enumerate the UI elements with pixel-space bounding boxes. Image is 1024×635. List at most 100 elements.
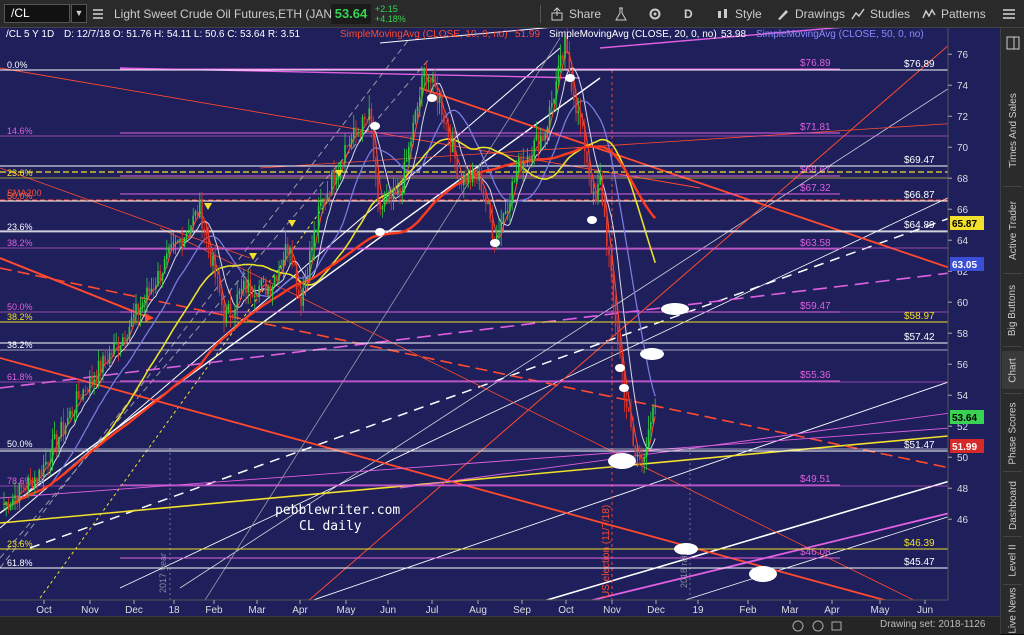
candle-body xyxy=(405,159,408,162)
candle-body xyxy=(522,160,524,171)
price-chart[interactable]: 0.0% 14.6% 23.6% 50.0% 23.6% 38.2% 50.0% 38.2% 3… xyxy=(0,28,1000,618)
candle-body xyxy=(482,190,485,197)
tab-live-news[interactable]: Live News xyxy=(1002,587,1024,633)
last-price: 53.64 xyxy=(331,4,371,24)
price-axis[interactable]: 7876747270686664626058565452504846 xyxy=(947,28,1000,600)
target-marker xyxy=(608,453,636,469)
candle-body xyxy=(375,158,377,174)
tab-level-ii[interactable]: Level II xyxy=(1002,540,1024,580)
candle-body xyxy=(207,235,210,249)
pencil-icon xyxy=(778,10,788,20)
rail-label: 2018 rail xyxy=(679,553,689,588)
more-menu-icon[interactable] xyxy=(1002,0,1016,28)
time-tick-label: Mar xyxy=(248,605,266,616)
tab-label: Dashboard xyxy=(1007,480,1019,530)
tab-active-trader[interactable]: Active Trader xyxy=(1002,190,1024,270)
candle-body xyxy=(194,211,197,216)
drawings-button[interactable]: Drawings xyxy=(776,0,845,28)
fib-left-label: 14.6% xyxy=(7,126,33,136)
candle-body xyxy=(412,122,414,142)
candle-body xyxy=(634,445,637,457)
candle-body xyxy=(192,215,194,226)
price-tag-label: 65.87 xyxy=(952,219,977,230)
level-label: $45.47 xyxy=(904,557,935,568)
candle-body xyxy=(188,232,190,234)
symbol-menu-icon[interactable] xyxy=(92,0,104,28)
tab-dashboard[interactable]: Dashboard xyxy=(1002,476,1024,534)
price-tick-label: 70 xyxy=(957,143,969,154)
candle-body xyxy=(557,66,560,82)
candle-body xyxy=(454,140,456,159)
target-marker xyxy=(640,348,664,360)
chart-controls[interactable] xyxy=(790,617,850,635)
candle-body xyxy=(170,244,172,248)
candle-body xyxy=(368,108,370,120)
candle-body xyxy=(42,464,45,478)
candle-body xyxy=(166,253,168,260)
sma20-value: 53.98 xyxy=(721,29,746,40)
candle-body xyxy=(73,413,76,416)
candle-body xyxy=(643,456,645,463)
candle-body xyxy=(295,264,298,291)
candle-body xyxy=(271,285,274,296)
tab-chart[interactable]: Chart xyxy=(1002,351,1024,389)
candle-body xyxy=(500,223,502,234)
candle-body xyxy=(53,434,56,440)
price-tick-label: 54 xyxy=(957,391,969,402)
candle-body xyxy=(7,502,10,510)
candle-body xyxy=(606,217,608,247)
candle-body xyxy=(654,406,656,408)
candle-body xyxy=(144,299,146,303)
style-button[interactable]: Style xyxy=(716,0,762,28)
candle-body xyxy=(489,202,491,219)
share-button[interactable]: Share xyxy=(550,0,601,28)
sidebar-collapse[interactable] xyxy=(1002,30,1024,56)
time-tick-label: Nov xyxy=(81,605,99,616)
candle-body xyxy=(78,391,80,399)
flask-icon xyxy=(615,7,627,21)
tab-times-and-sales[interactable]: Times And Sales xyxy=(1002,78,1024,183)
fib-left-label: 23.6% xyxy=(7,539,33,549)
price-tick-label: 66 xyxy=(957,205,969,216)
candle-body xyxy=(9,505,12,510)
candle-body xyxy=(469,172,472,183)
candle-body xyxy=(445,122,447,125)
candle-body xyxy=(542,136,544,139)
sma10-value: 51.99 xyxy=(515,29,540,40)
candle-body xyxy=(386,196,388,201)
pivot-marker xyxy=(619,384,629,392)
candle-body xyxy=(467,172,469,184)
tab-phase-scores[interactable]: Phase Scores xyxy=(1002,398,1024,468)
candle-body xyxy=(568,51,571,73)
candle-body xyxy=(243,280,245,289)
candle-body xyxy=(423,68,425,77)
sma50-label: SimpleMovingAvg (CLOSE, 50, 0, no) xyxy=(756,29,924,40)
candle-body xyxy=(137,303,139,314)
candle-body xyxy=(533,140,535,156)
tab-big-buttons[interactable]: Big Buttons xyxy=(1002,278,1024,343)
aggregation-button[interactable]: D xyxy=(684,0,693,28)
candle-body xyxy=(115,342,117,344)
trend-lines xyxy=(0,28,948,600)
candle-body xyxy=(276,276,278,281)
flask-button[interactable] xyxy=(614,0,628,28)
candle-body xyxy=(148,287,150,293)
price-axis-bg xyxy=(948,28,1000,600)
fib-left-label: 38.2% xyxy=(7,238,33,248)
price-tick-label: 50 xyxy=(957,453,969,464)
candle-body xyxy=(12,498,14,506)
studies-button[interactable]: Studies xyxy=(851,0,910,28)
candle-body xyxy=(579,110,582,124)
candle-body xyxy=(5,502,7,504)
chart-canvas[interactable]: 0.0%14.6%23.6%50.0%23.6%38.2%50.0%38.2%3… xyxy=(0,28,1000,618)
candle-body xyxy=(452,140,454,153)
magenta-level-label: $68.67 xyxy=(800,165,831,176)
symbol-dropdown-icon[interactable]: ▼ xyxy=(71,4,87,23)
symbol-input[interactable]: /CL xyxy=(4,4,70,23)
candle-body xyxy=(456,158,458,178)
settings-button[interactable] xyxy=(648,0,662,28)
candle-body xyxy=(315,229,318,231)
candle-body xyxy=(34,477,36,489)
patterns-button[interactable]: Patterns xyxy=(922,0,986,28)
candle-body xyxy=(265,279,267,295)
